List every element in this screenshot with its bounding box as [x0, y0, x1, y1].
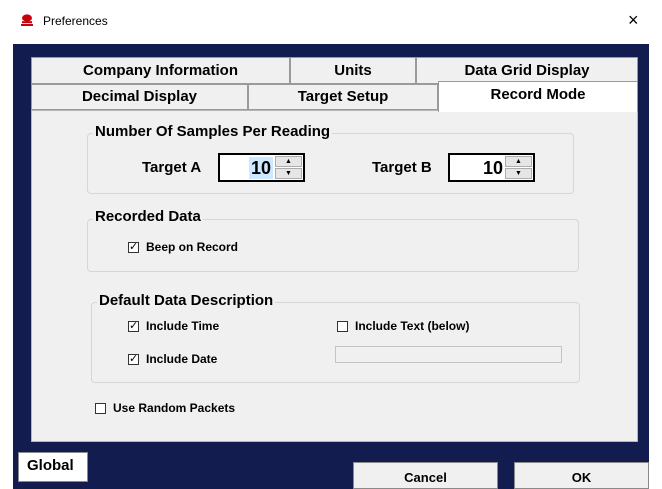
tab-target-setup[interactable]: Target Setup [248, 84, 438, 110]
tab-label: Record Mode [490, 86, 586, 103]
target-b-label: Target B [372, 159, 432, 176]
tab-data-grid-display[interactable]: Data Grid Display [416, 57, 638, 84]
spinner-buttons: ▲ ▼ [505, 156, 532, 179]
include-time-label[interactable]: Include Time [146, 319, 219, 333]
include-date-checkbox[interactable]: ✓ [128, 354, 139, 365]
spin-down-icon[interactable]: ▼ [505, 168, 532, 179]
description-text-input[interactable] [335, 346, 562, 363]
tab-label: Target Setup [297, 88, 389, 105]
spin-down-icon[interactable]: ▼ [275, 168, 302, 179]
include-date-label[interactable]: Include Date [146, 352, 217, 366]
tab-company-information[interactable]: Company Information [31, 57, 290, 84]
default-description-group [91, 302, 580, 383]
recorded-data-legend: Recorded Data [93, 208, 203, 225]
include-text-label[interactable]: Include Text (below) [355, 319, 469, 333]
target-b-value[interactable]: 10 [483, 157, 503, 179]
spin-up-icon[interactable]: ▲ [275, 156, 302, 167]
random-packets-checkbox[interactable] [95, 403, 106, 414]
app-icon [21, 14, 33, 26]
spin-up-icon[interactable]: ▲ [505, 156, 532, 167]
cancel-button[interactable]: Cancel [353, 462, 498, 489]
tab-label: Company Information [82, 62, 238, 79]
tab-units[interactable]: Units [290, 57, 416, 84]
include-time-checkbox[interactable]: ✓ [128, 321, 139, 332]
target-a-value[interactable]: 10 [248, 157, 273, 179]
close-icon[interactable]: × [628, 10, 639, 30]
title-bar: Preferences × [0, 0, 662, 44]
tab-label: Units [334, 62, 372, 79]
tab-decimal-display[interactable]: Decimal Display [31, 84, 248, 110]
beep-checkbox[interactable]: ✓ [128, 242, 139, 253]
tab-record-mode[interactable]: Record Mode [438, 81, 638, 112]
tab-label: Data Grid Display [464, 62, 590, 79]
target-a-label: Target A [142, 159, 202, 176]
ok-button[interactable]: OK [514, 462, 649, 489]
random-packets-label[interactable]: Use Random Packets [113, 401, 235, 415]
samples-legend: Number Of Samples Per Reading [93, 123, 333, 140]
global-tab[interactable]: Global [18, 452, 88, 482]
include-text-checkbox[interactable] [337, 321, 348, 332]
window-title: Preferences [43, 14, 108, 28]
target-b-spinner[interactable]: 10 ▲ ▼ [448, 153, 535, 182]
spinner-buttons: ▲ ▼ [275, 156, 302, 179]
beep-label[interactable]: Beep on Record [146, 240, 238, 254]
target-a-spinner[interactable]: 10 ▲ ▼ [218, 153, 305, 182]
default-description-legend: Default Data Description [97, 292, 276, 309]
tab-label: Decimal Display [81, 88, 198, 105]
